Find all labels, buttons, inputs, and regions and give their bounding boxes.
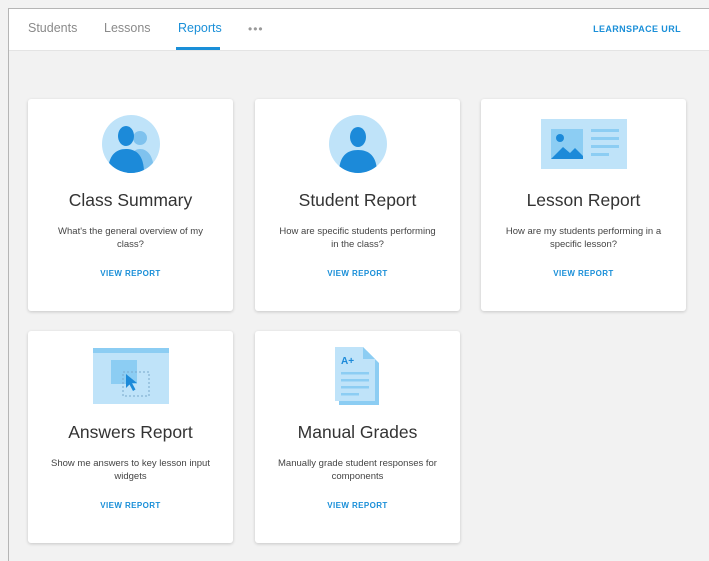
group-users-icon [101,115,160,173]
view-report-link[interactable]: VIEW REPORT [255,501,460,510]
card-description: What's the general overview of my class? [58,226,203,250]
card-description: How are specific students performing in … [279,226,436,250]
top-nav-bar: Students Lessons Reports ••• LEARNSPACE … [9,9,709,51]
tab-lessons[interactable]: Lessons [104,21,151,35]
view-report-link[interactable]: VIEW REPORT [481,269,686,278]
card-title: Answers Report [68,422,193,442]
user-icon [328,115,387,173]
grade-label: A+ [341,356,354,367]
lesson-content-icon [540,119,627,169]
app-frame: Students Lessons Reports ••• LEARNSPACE … [8,8,709,561]
view-report-link[interactable]: VIEW REPORT [255,269,460,278]
learnspace-url-link[interactable]: LEARNSPACE URL [593,24,681,34]
card-title: Manual Grades [297,422,418,442]
card-description: Manually grade student responses for com… [278,458,437,482]
cursor-select-icon [92,348,169,404]
more-options-icon[interactable]: ••• [248,22,264,36]
card-description: How are my students performing in a spec… [505,226,662,250]
card-title: Lesson Report [526,190,641,210]
card-title: Class Summary [68,190,193,210]
active-tab-indicator [176,47,220,50]
graded-document-icon: A+ [334,347,379,405]
card-lesson-report: Lesson Report How are my students perfor… [481,99,686,311]
view-report-link[interactable]: VIEW REPORT [28,501,233,510]
tab-reports[interactable]: Reports [178,21,222,35]
card-title: Student Report [298,190,417,210]
card-description: Show me answers to key lesson input widg… [51,458,210,482]
card-answers-report: Answers Report Show me answers to key le… [28,331,233,543]
card-class-summary: Class Summary What's the general overvie… [28,99,233,311]
card-student-report: Student Report How are specific students… [255,99,460,311]
tab-students[interactable]: Students [28,21,77,35]
card-manual-grades: A+ Manual Grades Manually grade student … [255,331,460,543]
view-report-link[interactable]: VIEW REPORT [28,269,233,278]
